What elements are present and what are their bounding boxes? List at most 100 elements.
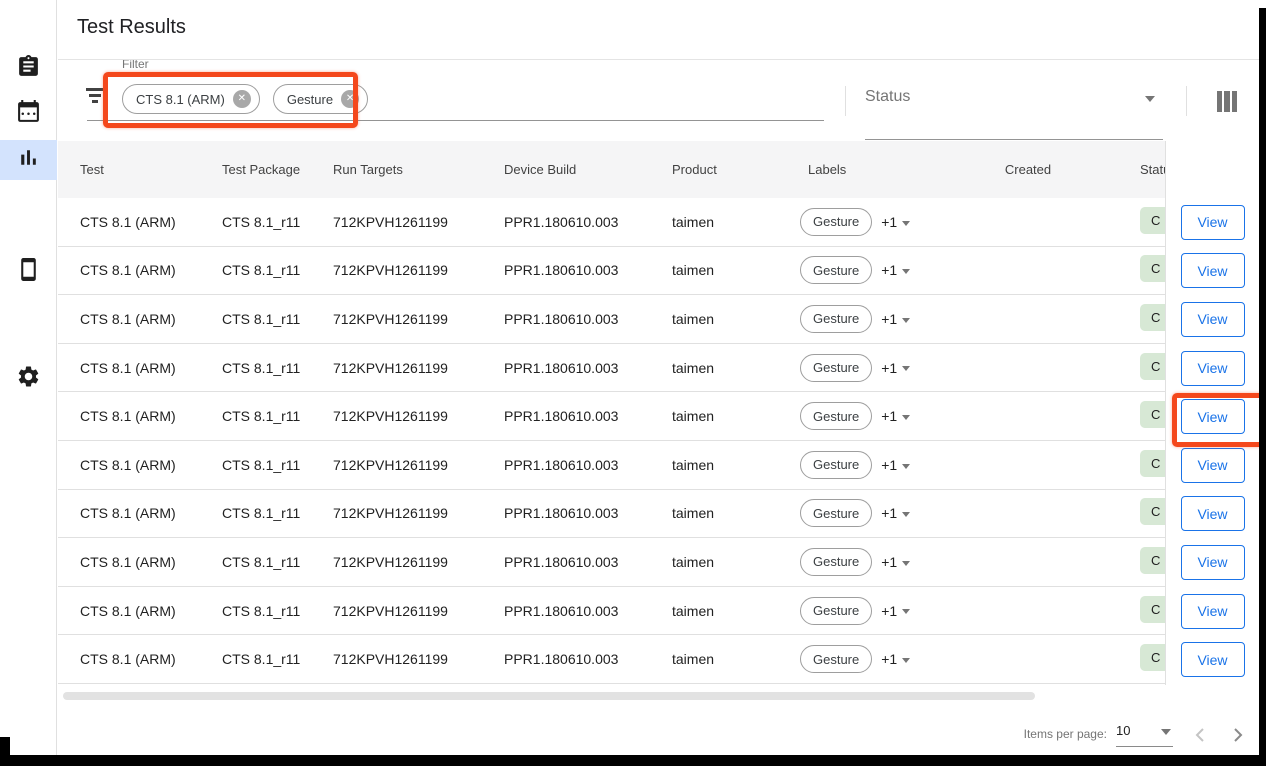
- cancel-icon[interactable]: ✕: [341, 90, 359, 108]
- table-row[interactable]: CTS 8.1 (ARM) CTS 8.1_r11 712KPVH1261199…: [58, 538, 1165, 587]
- chevron-left-icon: [1188, 735, 1212, 750]
- column-header-test[interactable]: Test: [58, 162, 222, 177]
- column-header-product[interactable]: Product: [672, 162, 798, 177]
- table-row[interactable]: CTS 8.1 (ARM) CTS 8.1_r11 712KPVH1261199…: [58, 392, 1165, 441]
- labels-more[interactable]: +1: [881, 408, 910, 424]
- cell-device-build: PPR1.180610.003: [504, 311, 672, 327]
- labels-more[interactable]: +1: [881, 457, 910, 473]
- filter-chip[interactable]: CTS 8.1 (ARM) ✕: [122, 84, 260, 114]
- column-header-created[interactable]: Created: [946, 162, 1110, 177]
- chevron-down-icon: [902, 221, 910, 226]
- cell-status: C: [1110, 498, 1165, 528]
- cell-labels: Gesture +1: [798, 645, 946, 673]
- cancel-icon[interactable]: ✕: [233, 90, 251, 108]
- column-header-labels[interactable]: Labels: [798, 162, 946, 177]
- label-chip[interactable]: Gesture: [800, 548, 872, 576]
- cell-test: CTS 8.1 (ARM): [58, 360, 222, 376]
- column-header-device-build[interactable]: Device Build: [504, 162, 672, 177]
- chevron-down-icon: [902, 366, 910, 371]
- labels-more[interactable]: +1: [881, 360, 910, 376]
- cell-run-targets: 712KPVH1261199: [333, 457, 504, 473]
- status-badge: C: [1140, 353, 1165, 380]
- table-row[interactable]: CTS 8.1 (ARM) CTS 8.1_r11 712KPVH1261199…: [58, 198, 1165, 247]
- cell-product: taimen: [672, 603, 798, 619]
- view-button[interactable]: View: [1181, 448, 1245, 483]
- status-dropdown[interactable]: Status: [865, 83, 1163, 121]
- label-chip[interactable]: Gesture: [800, 305, 872, 333]
- cell-device-build: PPR1.180610.003: [504, 262, 672, 278]
- status-badge: C: [1140, 207, 1165, 234]
- cell-status: C: [1110, 596, 1165, 626]
- column-header-test-package[interactable]: Test Package: [222, 162, 333, 177]
- cell-status: C: [1110, 353, 1165, 383]
- filter-chip[interactable]: Gesture ✕: [273, 84, 368, 114]
- column-header-status[interactable]: Status: [1110, 162, 1165, 177]
- column-header-run-targets[interactable]: Run Targets: [333, 162, 504, 177]
- label-chip[interactable]: Gesture: [800, 597, 872, 625]
- filter-input-underline[interactable]: [87, 120, 824, 121]
- view-button[interactable]: View: [1181, 399, 1245, 434]
- view-button[interactable]: View: [1181, 642, 1245, 677]
- table-row[interactable]: CTS 8.1 (ARM) CTS 8.1_r11 712KPVH1261199…: [58, 247, 1165, 296]
- labels-more[interactable]: +1: [881, 262, 910, 278]
- view-button-cell: View: [1166, 441, 1259, 490]
- cell-product: taimen: [672, 262, 798, 278]
- cell-device-build: PPR1.180610.003: [504, 603, 672, 619]
- cell-status: C: [1110, 547, 1165, 577]
- table-row[interactable]: CTS 8.1 (ARM) CTS 8.1_r11 712KPVH1261199…: [58, 587, 1165, 636]
- view-button[interactable]: View: [1181, 302, 1245, 337]
- label-chip[interactable]: Gesture: [800, 402, 872, 430]
- label-chip[interactable]: Gesture: [800, 499, 872, 527]
- view-button[interactable]: View: [1181, 545, 1245, 580]
- sidebar-item-test-results[interactable]: [0, 140, 57, 180]
- sidebar-item-test-plans[interactable]: [0, 94, 57, 134]
- chevron-down-icon: [902, 464, 910, 469]
- page-size-select[interactable]: 10: [1116, 722, 1173, 740]
- labels-more[interactable]: +1: [881, 651, 910, 667]
- table-row[interactable]: CTS 8.1 (ARM) CTS 8.1_r11 712KPVH1261199…: [58, 441, 1165, 490]
- label-chip[interactable]: Gesture: [800, 256, 872, 284]
- view-button[interactable]: View: [1181, 205, 1245, 240]
- view-button[interactable]: View: [1181, 496, 1245, 531]
- view-button-cell: View: [1166, 198, 1259, 247]
- previous-page-button[interactable]: [1188, 723, 1212, 747]
- horizontal-scrollbar[interactable]: [63, 692, 1035, 700]
- cell-status: C: [1110, 207, 1165, 237]
- view-button[interactable]: View: [1181, 594, 1245, 629]
- chevron-down-icon: [902, 609, 910, 614]
- filter-list-icon: [86, 88, 106, 104]
- label-chip[interactable]: Gesture: [800, 354, 872, 382]
- labels-more[interactable]: +1: [881, 505, 910, 521]
- table-row[interactable]: CTS 8.1 (ARM) CTS 8.1_r11 712KPVH1261199…: [58, 295, 1165, 344]
- label-chip[interactable]: Gesture: [800, 645, 872, 673]
- cell-device-build: PPR1.180610.003: [504, 554, 672, 570]
- sidebar-item-settings[interactable]: [0, 359, 57, 399]
- view-button[interactable]: View: [1181, 351, 1245, 386]
- table-row[interactable]: CTS 8.1 (ARM) CTS 8.1_r11 712KPVH1261199…: [58, 490, 1165, 539]
- label-chip[interactable]: Gesture: [800, 208, 872, 236]
- cell-test-package: CTS 8.1_r11: [222, 311, 333, 327]
- table-row[interactable]: CTS 8.1 (ARM) CTS 8.1_r11 712KPVH1261199…: [58, 344, 1165, 393]
- view-button[interactable]: View: [1181, 253, 1245, 288]
- sidebar-item-tests[interactable]: [0, 49, 57, 89]
- table-body: CTS 8.1 (ARM) CTS 8.1_r11 712KPVH1261199…: [58, 198, 1165, 684]
- chevron-down-icon: [902, 415, 910, 420]
- sidebar-item-devices[interactable]: [0, 252, 57, 292]
- labels-more[interactable]: +1: [881, 214, 910, 230]
- view-columns-icon[interactable]: [1217, 91, 1237, 112]
- cell-product: taimen: [672, 457, 798, 473]
- filter-chip-label: CTS 8.1 (ARM): [136, 92, 225, 107]
- cell-test: CTS 8.1 (ARM): [58, 408, 222, 424]
- labels-more[interactable]: +1: [881, 554, 910, 570]
- cell-device-build: PPR1.180610.003: [504, 651, 672, 667]
- chevron-down-icon: [902, 561, 910, 566]
- labels-more[interactable]: +1: [881, 603, 910, 619]
- cell-product: taimen: [672, 408, 798, 424]
- label-chip[interactable]: Gesture: [800, 451, 872, 479]
- labels-more[interactable]: +1: [881, 311, 910, 327]
- next-page-button[interactable]: [1226, 723, 1250, 747]
- cell-run-targets: 712KPVH1261199: [333, 311, 504, 327]
- table-row[interactable]: CTS 8.1 (ARM) CTS 8.1_r11 712KPVH1261199…: [58, 635, 1165, 684]
- cell-run-targets: 712KPVH1261199: [333, 262, 504, 278]
- chevron-down-icon: [1161, 729, 1171, 735]
